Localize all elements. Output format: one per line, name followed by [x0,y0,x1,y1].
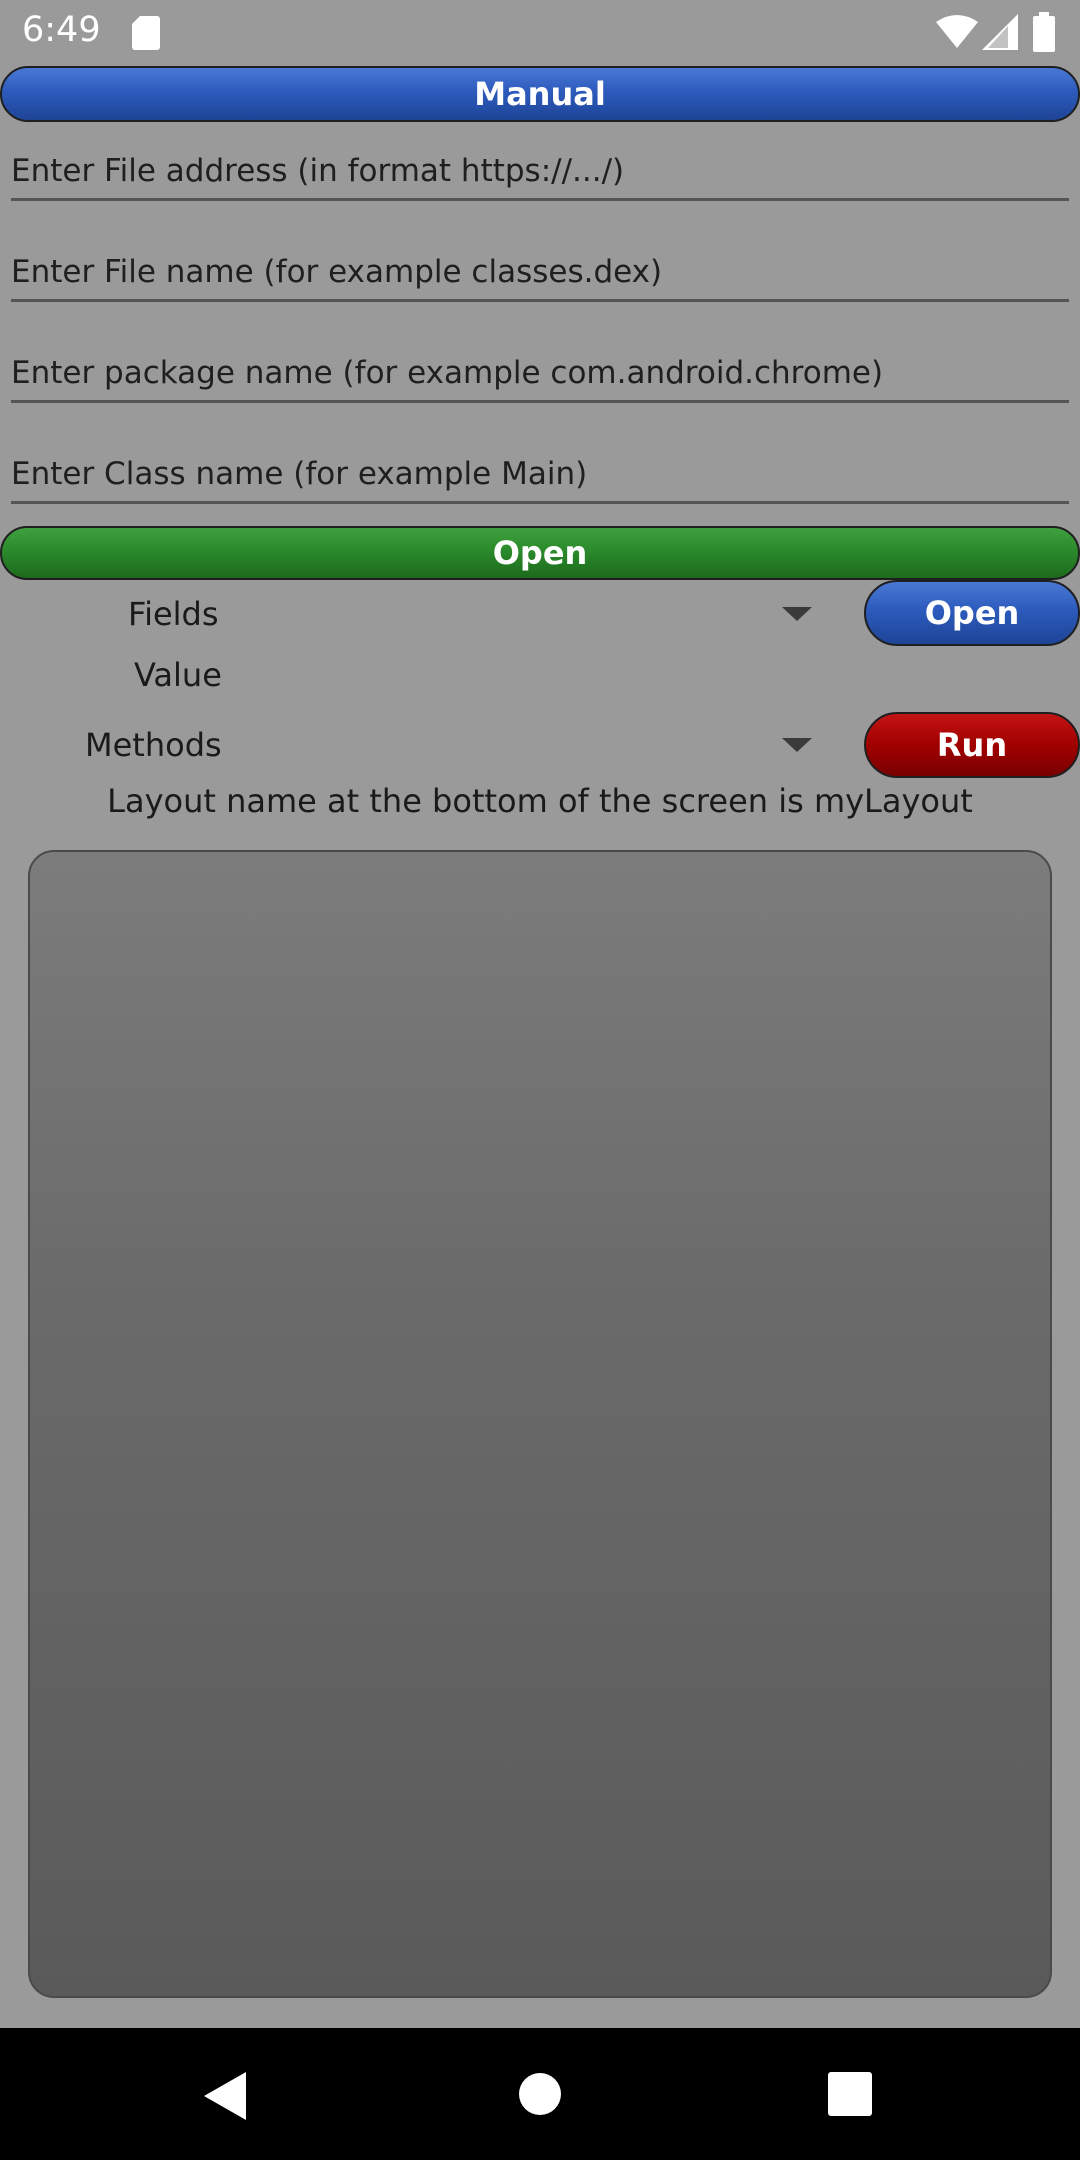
class-name-field [11,447,1069,504]
sd-card-icon [132,16,160,54]
recents-icon[interactable] [828,2072,872,2120]
home-icon[interactable] [518,2072,562,2120]
methods-spinner[interactable]: Methods [0,715,830,775]
file-name-field [11,245,1069,302]
back-icon[interactable] [204,2072,246,2124]
file-name-input[interactable] [11,245,1069,299]
layout-info-text: Layout name at the bottom of the screen … [107,782,973,820]
package-name-field [11,346,1069,403]
wifi-icon [936,14,978,54]
file-address-field [11,144,1069,201]
open-class-button[interactable]: Open [0,526,1080,580]
navigation-bar [0,2028,1080,2160]
manual-button[interactable]: Manual [0,66,1080,122]
fields-spinner[interactable]: Fields [0,584,830,644]
my-layout-panel [28,850,1052,1998]
run-method-button[interactable]: Run [864,712,1080,778]
fields-dropdown-caret-icon [782,607,812,621]
fields-spinner-value: Fields [128,595,219,633]
methods-spinner-value: Methods [85,726,222,764]
status-time: 6:49 [22,10,101,50]
package-name-input[interactable] [11,346,1069,400]
cell-signal-icon [982,14,1018,54]
status-bar: 6:49 [0,0,1080,66]
methods-dropdown-caret-icon [782,738,812,752]
class-name-input[interactable] [11,447,1069,501]
battery-icon [1033,12,1055,56]
file-address-input[interactable] [11,144,1069,198]
field-value-label: Value [134,656,222,694]
open-field-button[interactable]: Open [864,580,1080,646]
